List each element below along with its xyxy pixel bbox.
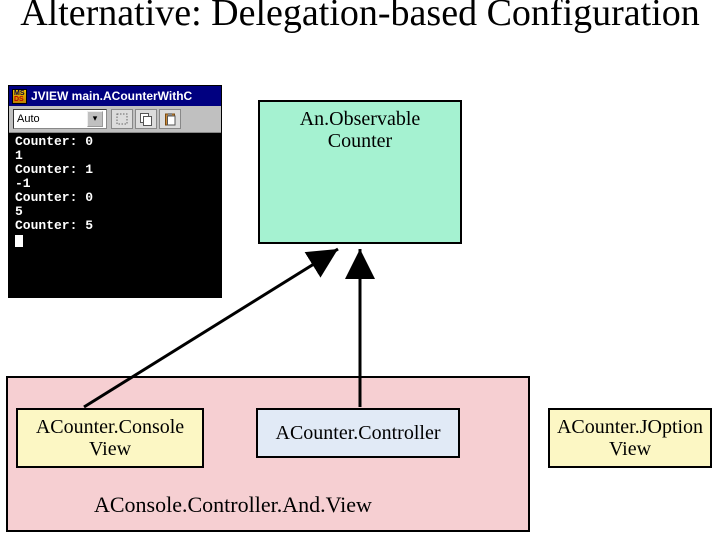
msdos-icon [12,89,27,104]
console-title: JVIEW main.ACounterWithC [31,89,192,103]
copy-button[interactable] [135,109,157,129]
copy-icon [139,112,153,126]
mark-button[interactable] [111,109,133,129]
chevron-down-icon: ▾ [87,111,103,127]
console-output: Counter: 0 1 Counter: 1 -1 Counter: 0 5 … [9,133,221,297]
box-counter-console-view: ACounter.Console View [16,408,204,468]
slide-title: Alternative: Delegation-based Configurat… [0,0,720,34]
zoom-combo[interactable]: Auto ▾ [13,109,107,129]
zoom-combo-value: Auto [17,113,40,125]
console-titlebar: JVIEW main.ACounterWithC [9,86,221,106]
clipboard-icon [163,112,177,126]
text-caret [15,235,23,247]
box-counter-controller: ACounter.Controller [256,408,460,458]
box-observable-counter: An.Observable Counter [258,100,462,244]
paste-button[interactable] [159,109,181,129]
console-toolbar: Auto ▾ [9,106,221,133]
console-window: JVIEW main.ACounterWithC Auto ▾ [8,85,222,298]
box-counter-joption-view: ACounter.JOption View [548,408,712,468]
box-console-controller-view-label: AConsole.Controller.And.View [94,492,372,518]
selection-icon [115,112,129,126]
